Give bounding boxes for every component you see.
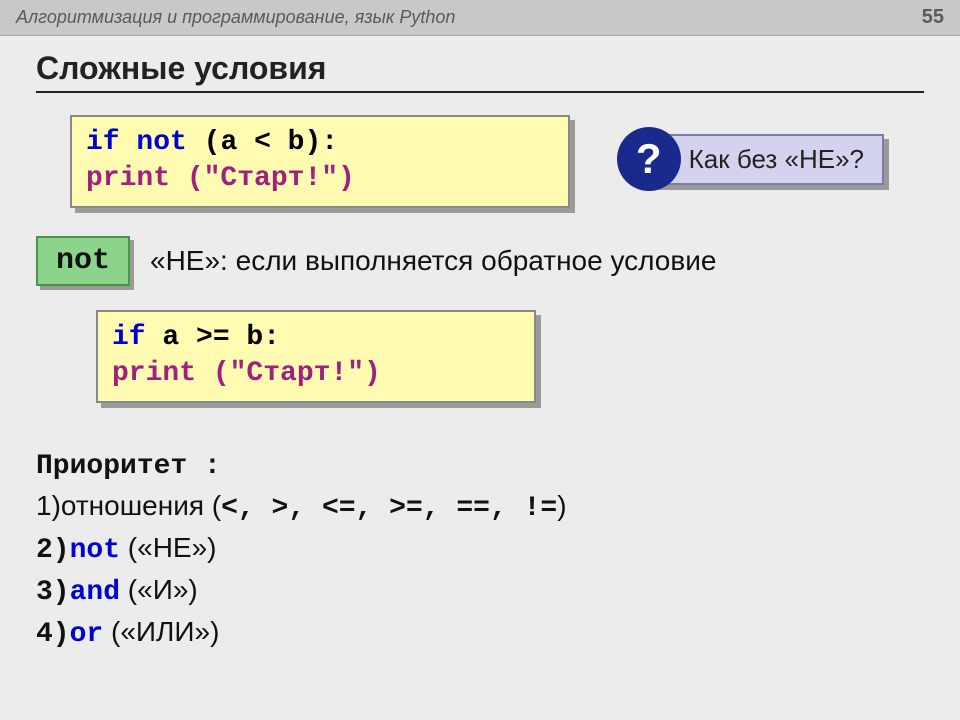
section-title: Сложные условия (36, 50, 924, 93)
callout-text: Как без «НЕ»? (653, 134, 884, 185)
kw-if: if (112, 322, 146, 353)
code-line-2: print ("Старт!") (86, 161, 554, 197)
not-badge: not (36, 236, 130, 286)
not-description: «НЕ»: если выполняется обратное условие (150, 245, 716, 277)
code-string: ("Старт!") (187, 163, 355, 194)
code-expr: a >= b: (162, 322, 280, 353)
priority-line-2: 2)not («НЕ») (36, 528, 924, 570)
page-number: 55 (922, 6, 944, 29)
slide-content: Сложные условия if not (a < b): print ("… (0, 36, 960, 669)
header-bar: Алгоритмизация и программирование, язык … (0, 0, 960, 36)
question-mark-icon: ? (617, 127, 681, 191)
priority-line-3: 3)and («И») (36, 570, 924, 612)
code-line-1: if a >= b: (112, 320, 520, 356)
kw-not: not (70, 535, 120, 566)
row-not: not «НЕ»: если выполняется обратное усло… (36, 236, 924, 286)
priority-title: Приоритет : (36, 447, 924, 486)
priority-line-4: 4)or («ИЛИ») (36, 612, 924, 654)
code-block-1: if not (a < b): print ("Старт!") (70, 115, 570, 208)
callout: ? Как без «НЕ»? (617, 127, 884, 191)
row-code1: if not (a < b): print ("Старт!") ? Как б… (36, 115, 924, 208)
code-line-1: if not (a < b): (86, 125, 554, 161)
code-string: ("Старт!") (213, 358, 381, 389)
priority-line-1: 1)отношения (<, >, <=, >=, ==, !=) (36, 486, 924, 528)
code-line-2: print ("Старт!") (112, 356, 520, 392)
relation-ops: <, >, <=, >=, ==, != (221, 493, 557, 524)
kw-not: not (136, 127, 186, 158)
kw-if: if (86, 127, 120, 158)
code-expr: (a < b): (204, 127, 338, 158)
kw-print: print (86, 163, 170, 194)
kw-and: and (70, 577, 120, 608)
kw-or: or (70, 619, 104, 650)
kw-print: print (112, 358, 196, 389)
header-title: Алгоритмизация и программирование, язык … (16, 7, 455, 28)
priority-block: Приоритет : 1)отношения (<, >, <=, >=, =… (36, 447, 924, 655)
code-block-2: if a >= b: print ("Старт!") (96, 310, 536, 403)
